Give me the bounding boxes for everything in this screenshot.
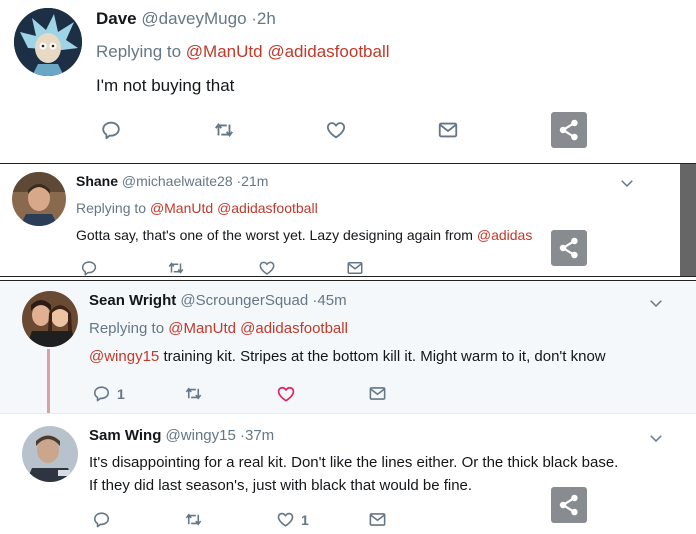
tweet-text-line-2: If they did last season's, just with bla… xyxy=(89,477,473,494)
retweet-icon xyxy=(184,384,203,403)
share-icon xyxy=(556,117,582,143)
chevron-down-icon xyxy=(647,429,665,447)
replying-to: Replying to @ManUtd @adidasfootball xyxy=(96,42,390,62)
reply-icon xyxy=(92,510,111,529)
like-button[interactable] xyxy=(276,384,296,404)
share-button[interactable] xyxy=(551,487,587,523)
like-count: 1 xyxy=(301,511,309,528)
direct-message-button[interactable] xyxy=(437,119,459,141)
tweet-time[interactable]: ·2h xyxy=(251,9,276,28)
retweet-button[interactable] xyxy=(184,510,203,529)
user-name[interactable]: Dave xyxy=(96,9,137,28)
direct-message-button[interactable] xyxy=(368,510,387,529)
share-icon xyxy=(556,492,582,518)
share-icon xyxy=(556,235,582,261)
more-options-button[interactable] xyxy=(618,174,636,192)
replying-to-label: Replying to xyxy=(89,320,165,337)
tweet-sean-wright: Sean Wright @ScroungerSquad ·45m Replyin… xyxy=(0,281,696,413)
retweet-icon xyxy=(184,510,203,529)
user-handle[interactable]: @daveyMugo xyxy=(141,9,246,28)
tweet-time[interactable]: ·45m xyxy=(312,292,346,309)
user-name[interactable]: Shane xyxy=(76,173,118,189)
avatar[interactable] xyxy=(14,8,82,76)
direct-message-button[interactable] xyxy=(368,384,387,403)
user-handle[interactable]: @ScroungerSquad xyxy=(180,292,308,309)
reply-icon xyxy=(80,259,98,277)
reply-button[interactable] xyxy=(80,259,98,277)
reply-icon xyxy=(92,384,111,403)
reply-count: 1 xyxy=(117,385,125,402)
more-options-button[interactable] xyxy=(647,294,665,312)
tweet-text-line-1: It's disappointing for a real kit. Don't… xyxy=(89,454,619,471)
retweet-icon xyxy=(167,259,185,277)
reply-icon xyxy=(100,119,122,141)
user-name[interactable]: Sam Wing xyxy=(89,427,161,444)
tweet-header: Sean Wright @ScroungerSquad ·45m xyxy=(89,292,347,309)
avatar-image xyxy=(22,291,78,347)
envelope-icon xyxy=(346,259,364,277)
tweet-dave: Dave @daveyMugo ·2h Replying to @ManUtd … xyxy=(0,0,696,160)
avatar[interactable] xyxy=(12,172,66,226)
tweet-shane: Shane @michaelwaite28 ·21m Replying to @… xyxy=(0,163,696,277)
user-handle[interactable]: @michaelwaite28 xyxy=(122,173,233,189)
chevron-down-icon xyxy=(647,294,665,312)
heart-icon xyxy=(258,259,276,277)
retweet-icon xyxy=(213,119,235,141)
tweet-text: I'm not buying that xyxy=(96,76,235,95)
avatar[interactable] xyxy=(22,291,78,347)
replying-to: Replying to @ManUtd @adidasfootball xyxy=(76,200,318,216)
more-options-button[interactable] xyxy=(647,429,665,447)
reply-button[interactable] xyxy=(100,119,122,141)
share-button[interactable] xyxy=(551,230,587,266)
replying-to: Replying to @ManUtd @adidasfootball xyxy=(89,320,348,337)
user-name[interactable]: Sean Wright xyxy=(89,292,176,309)
mention-link[interactable]: @ManUtd xyxy=(168,320,236,337)
envelope-icon xyxy=(368,510,387,529)
like-button[interactable]: 1 xyxy=(276,510,309,529)
mention-link[interactable]: @ManUtd xyxy=(150,200,213,216)
replying-to-label: Replying to xyxy=(76,200,147,216)
avatar-image xyxy=(14,8,82,76)
tweet-sam-wing: Sam Wing @wingy15 ·37m It's disappointin… xyxy=(0,413,696,534)
heart-icon xyxy=(325,119,347,141)
chevron-down-icon xyxy=(618,174,636,192)
heart-icon xyxy=(276,510,295,529)
tweet-text: @wingy15 training kit. Stripes at the bo… xyxy=(89,348,606,365)
mention-link[interactable]: @adidasfootball xyxy=(217,200,318,216)
heart-icon xyxy=(276,384,296,404)
tweet-text-content: training kit. Stripes at the bottom kill… xyxy=(163,348,606,365)
replying-to-label: Replying to xyxy=(96,42,182,61)
reply-button[interactable] xyxy=(92,510,111,529)
tweet-time[interactable]: ·37m xyxy=(240,427,274,444)
mention-link[interactable]: @wingy15 xyxy=(89,348,159,365)
mention-link[interactable]: @adidasfootball xyxy=(267,42,389,61)
tweet-header: Shane @michaelwaite28 ·21m xyxy=(76,173,268,189)
mention-link[interactable]: @ManUtd xyxy=(186,42,263,61)
direct-message-button[interactable] xyxy=(346,259,364,277)
retweet-button[interactable] xyxy=(167,259,185,277)
reply-button[interactable]: 1 xyxy=(92,384,125,403)
user-handle[interactable]: @wingy15 xyxy=(166,427,236,444)
retweet-button[interactable] xyxy=(213,119,235,141)
conversation-thread: Sean Wright @ScroungerSquad ·45m Replyin… xyxy=(0,280,696,534)
mention-link[interactable]: @adidasfootball xyxy=(240,320,348,337)
avatar[interactable] xyxy=(22,426,78,482)
tweet-text-content: Gotta say, that's one of the worst yet. … xyxy=(76,227,473,243)
scrollbar[interactable] xyxy=(680,164,696,276)
avatar-image xyxy=(22,426,78,482)
like-button[interactable] xyxy=(258,259,276,277)
tweet-header: Dave @daveyMugo ·2h xyxy=(96,9,276,29)
tweet-time[interactable]: ·21m xyxy=(237,173,269,189)
envelope-icon xyxy=(368,384,387,403)
retweet-button[interactable] xyxy=(184,384,203,403)
like-button[interactable] xyxy=(325,119,347,141)
mention-link[interactable]: @adidas xyxy=(477,227,532,243)
tweet-text: Gotta say, that's one of the worst yet. … xyxy=(76,227,532,243)
tweet-header: Sam Wing @wingy15 ·37m xyxy=(89,427,274,444)
avatar-image xyxy=(12,172,66,226)
share-button[interactable] xyxy=(551,112,587,148)
envelope-icon xyxy=(437,119,459,141)
